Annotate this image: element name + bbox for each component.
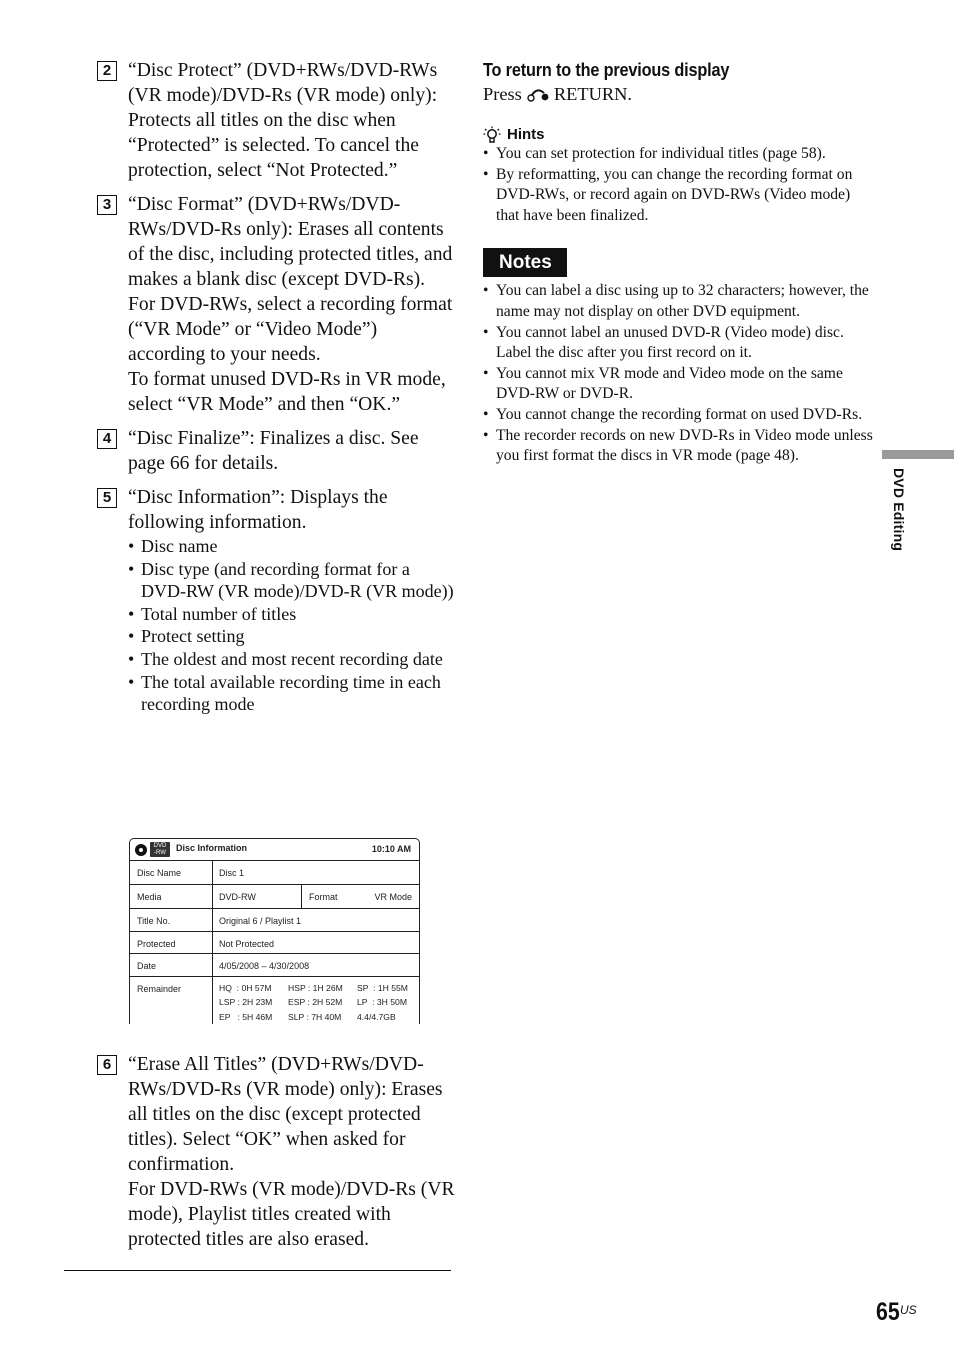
remainder-grid: HQ : 0H 57M HSP : 1H 26M SP : 1H 55M LSP…: [219, 983, 415, 1027]
page-region-suffix: US: [900, 1303, 917, 1317]
list-item: You cannot mix VR mode and Video mode on…: [483, 364, 873, 405]
step-text: “Disc Protect” (DVD+RWs/DVD-RWs (VR mode…: [128, 60, 438, 181]
info-row-title-no: Title No. Original 6 / Playlist 1: [130, 909, 419, 932]
step-3: 3 “Disc Format” (DVD+RWs/DVD-RWs/DVD-Rs …: [96, 192, 456, 417]
remainder-cell: SLP : 7H 40M: [288, 1011, 342, 1022]
step-number: 5: [97, 488, 117, 508]
hints-list: You can set protection for individual ti…: [483, 144, 873, 226]
return-key-label: RETURN.: [553, 84, 633, 104]
divider: [301, 885, 302, 908]
info-row-date: Date 4/05/2008 – 4/30/2008: [130, 954, 419, 977]
dvd-rw-badge-icon: DVD -RW: [150, 842, 170, 857]
step-text: To format unused DVD-Rs in VR mode, sele…: [128, 369, 446, 415]
step-number: 2: [97, 61, 117, 81]
badge-line: DVD: [153, 843, 167, 849]
remainder-cell: EP : 5H 46M: [219, 1011, 273, 1022]
remainder-cell: HQ : 0H 57M: [219, 982, 272, 993]
disc-information-screen: DVD -RW Disc Information 10:10 AM Disc N…: [129, 838, 420, 1024]
page-number: 65: [876, 1298, 900, 1326]
step-5: 5 “Disc Information”: Displays the follo…: [96, 485, 456, 716]
format-value: VR Mode: [374, 892, 412, 902]
step-text: “Erase All Titles” (DVD+RWs/DVD-RWs/DVD-…: [128, 1054, 443, 1175]
hints-heading: Hints: [483, 126, 873, 144]
row-value: Original 6 / Playlist 1: [219, 916, 302, 926]
return-instruction: Press RETURN.: [483, 82, 873, 106]
badge-line: -RW: [154, 850, 166, 856]
divider: [212, 861, 213, 884]
row-label: Remainder: [137, 983, 182, 994]
chapter-tab: DVD Editing: [885, 468, 907, 568]
disc-icon: [135, 844, 147, 856]
notes-list: You can label a disc using up to 32 char…: [483, 281, 873, 466]
remainder-cell: LP : 3H 50M: [357, 997, 407, 1007]
chapter-tab-bar: [882, 450, 954, 459]
remainder-line: EP : 5H 46M SLP : 7H 40M 4.4/4.7GB: [219, 1012, 415, 1027]
section-heading: To return to the previous display: [483, 59, 730, 80]
remainder-cell: 4.4/4.7GB: [357, 1011, 396, 1022]
divider: [212, 976, 213, 1024]
screen-title: Disc Information: [176, 843, 248, 853]
remainder-line: LSP : 2H 23M ESP : 2H 52M LP : 3H 50M: [219, 997, 415, 1012]
right-column: To return to the previous display Press …: [483, 58, 873, 467]
info-row-disc-name: Disc Name Disc 1: [130, 861, 419, 885]
row-label: Title No.: [137, 916, 171, 926]
divider: [212, 931, 213, 953]
remainder-cell: HSP : 1H 26M: [288, 982, 343, 993]
row-value: Disc 1: [219, 868, 245, 878]
row-value: DVD-RW: [219, 892, 256, 902]
step-2: 2 “Disc Protect” (DVD+RWs/DVD-RWs (VR mo…: [96, 58, 456, 183]
list-item: Protect setting: [128, 625, 456, 648]
step-number: 3: [97, 195, 117, 215]
remainder-cell: LSP : 2H 23M: [219, 997, 273, 1007]
format-label: Format: [309, 892, 338, 902]
list-item: Total number of titles: [128, 603, 456, 626]
list-item: Disc name: [128, 535, 456, 558]
row-label: Disc Name: [137, 868, 182, 878]
step-number: 6: [97, 1055, 117, 1075]
list-item: By reformatting, you can change the reco…: [483, 165, 873, 227]
list-item: The recorder records on new DVD-Rs in Vi…: [483, 426, 873, 467]
step-6: 6 “Erase All Titles” (DVD+RWs/DVD-RWs/DV…: [96, 1052, 456, 1252]
section-end-rule: [64, 1270, 451, 1271]
step-text: “Disc Information”: Displays the followi…: [128, 487, 388, 533]
row-value: 4/05/2008 – 4/30/2008: [219, 961, 310, 971]
step-text: “Disc Format” (DVD+RWs/DVD-RWs/DVD-Rs on…: [128, 194, 453, 290]
divider: [212, 954, 213, 976]
list-item: You cannot label an unused DVD-R (Video …: [483, 323, 873, 364]
list-item: You can label a disc using up to 32 char…: [483, 281, 873, 322]
info-row-protected: Protected Not Protected: [130, 931, 419, 954]
screen-header: DVD -RW Disc Information 10:10 AM: [130, 839, 419, 861]
remainder-cell: SP : 1H 55M: [357, 982, 408, 993]
step-4: 4 “Disc Finalize”: Finalizes a disc. See…: [96, 426, 456, 476]
lightbulb-hint-icon: [483, 126, 501, 143]
row-label: Date: [137, 961, 157, 971]
list-item: You can set protection for individual ti…: [483, 144, 873, 165]
info-row-remainder: Remainder HQ : 0H 57M HSP : 1H 26M SP : …: [130, 976, 419, 1027]
notes-heading: Notes: [483, 248, 567, 278]
divider: [212, 909, 213, 931]
step-text: “Disc Finalize”: Finalizes a disc. See p…: [128, 428, 419, 474]
press-text: Press: [483, 84, 522, 104]
row-label: Media: [137, 892, 162, 902]
chapter-tab-label: DVD Editing: [891, 468, 907, 552]
remainder-cell: ESP : 2H 52M: [288, 997, 343, 1007]
disc-info-bullet-list: Disc name Disc type (and recording forma…: [128, 535, 456, 716]
screen-clock: 10:10 AM: [371, 844, 411, 854]
info-row-media: Media DVD-RW Format VR Mode: [130, 885, 419, 909]
list-item: The oldest and most recent recording dat…: [128, 648, 456, 671]
row-value: Not Protected: [219, 938, 275, 949]
remainder-line: HQ : 0H 57M HSP : 1H 26M SP : 1H 55M: [219, 983, 415, 998]
hints-title: Hints: [507, 126, 545, 143]
list-item: You cannot change the recording format o…: [483, 405, 873, 426]
row-label: Protected: [137, 938, 176, 949]
return-icon: [527, 89, 549, 102]
step-number: 4: [97, 429, 117, 449]
step-text: For DVD-RWs (VR mode)/DVD-Rs (VR mode), …: [128, 1179, 455, 1250]
list-item: Disc type (and recording format for a DV…: [128, 558, 456, 603]
step-text: For DVD-RWs, select a recording format (…: [128, 294, 453, 365]
divider: [212, 885, 213, 908]
left-column: 2 “Disc Protect” (DVD+RWs/DVD-RWs (VR mo…: [96, 58, 456, 725]
step-6-container: 6 “Erase All Titles” (DVD+RWs/DVD-RWs/DV…: [96, 1052, 456, 1261]
list-item: The total available recording time in ea…: [128, 671, 456, 716]
